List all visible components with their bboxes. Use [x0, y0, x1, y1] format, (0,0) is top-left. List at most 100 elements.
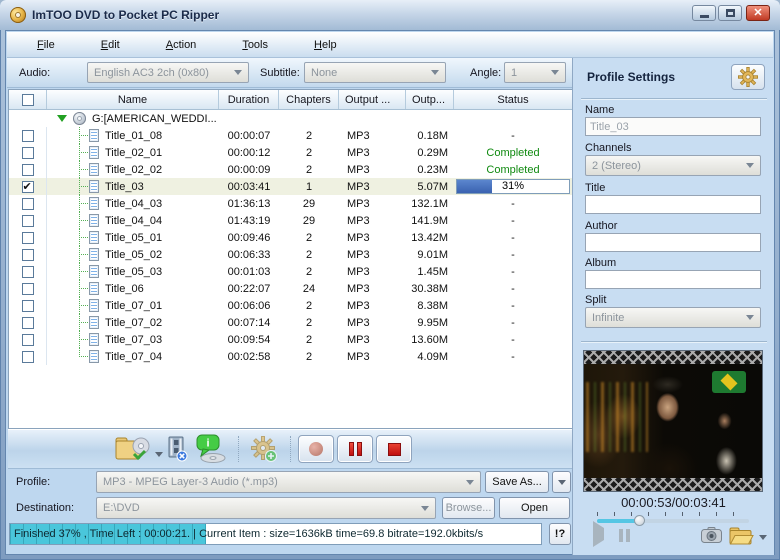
- select-all-checkbox[interactable]: [22, 94, 34, 106]
- disc-info-button[interactable]: i: [194, 434, 228, 464]
- title-output-format: MP3: [339, 232, 406, 244]
- tree-connector: [79, 220, 88, 221]
- expand-icon[interactable]: [57, 115, 67, 122]
- row-checkbox[interactable]: [22, 266, 34, 278]
- title-status: -: [454, 195, 572, 212]
- table-row[interactable]: Title_06 00:22:07 24 MP3 30.38M -: [9, 280, 572, 297]
- stop-rip-button[interactable]: [376, 435, 412, 463]
- seek-slider[interactable]: [597, 519, 749, 523]
- row-checkbox[interactable]: [22, 300, 34, 312]
- title-status: -: [454, 280, 572, 297]
- row-checkbox[interactable]: [22, 351, 34, 363]
- menu-tools[interactable]: Tools: [242, 39, 268, 51]
- row-checkbox[interactable]: [22, 317, 34, 329]
- col-duration: Duration: [219, 90, 279, 109]
- row-checkbox[interactable]: [22, 181, 34, 193]
- title-name: Title_07_04: [105, 351, 162, 363]
- table-row[interactable]: Title_05_01 00:09:46 2 MP3 13.42M -: [9, 229, 572, 246]
- title-status: -: [454, 297, 572, 314]
- title-output-format: MP3: [339, 181, 406, 193]
- close-button[interactable]: ✕: [746, 5, 770, 21]
- stop-icon: [388, 443, 401, 456]
- table-row[interactable]: Title_03 00:03:41 1 MP3 5.07M 31%: [9, 178, 572, 195]
- pause-icon: [349, 442, 354, 456]
- table-row[interactable]: Title_02_01 00:00:12 2 MP3 0.29M Complet…: [9, 144, 572, 161]
- open-output-folder-button[interactable]: [729, 527, 754, 545]
- remove-title-button[interactable]: [166, 436, 188, 462]
- title-output-size: 13.60M: [406, 334, 454, 346]
- col-chapters: Chapters: [279, 90, 339, 109]
- filmstrip-band: [584, 351, 762, 364]
- title-chapters: 29: [279, 215, 339, 227]
- row-checkbox[interactable]: [22, 215, 34, 227]
- flag-sign: [712, 371, 746, 393]
- play-icon: [593, 521, 604, 547]
- save-as-button[interactable]: Save As...: [485, 471, 549, 493]
- row-checkbox[interactable]: [22, 249, 34, 261]
- title-status: -: [454, 348, 572, 365]
- title-file-icon: [89, 129, 99, 142]
- title-output-format: MP3: [339, 249, 406, 261]
- menu-help[interactable]: Help: [314, 39, 337, 51]
- title-name: Title_04_04: [105, 215, 162, 227]
- maximize-button[interactable]: [718, 5, 742, 21]
- window-title: ImTOO DVD to Pocket PC Ripper: [32, 0, 219, 30]
- title-chapters: 2: [279, 334, 339, 346]
- minimize-icon: [700, 15, 709, 18]
- profile-settings-button[interactable]: [731, 64, 765, 90]
- tree-connector: [79, 186, 88, 187]
- title-status: -: [454, 263, 572, 280]
- title-status: Completed: [454, 161, 572, 178]
- title-file-icon: [89, 333, 99, 346]
- open-dvd-dropdown-arrow-icon[interactable]: [155, 452, 163, 457]
- table-row[interactable]: Title_07_03 00:09:54 2 MP3 13.60M -: [9, 331, 572, 348]
- row-checkbox[interactable]: [22, 232, 34, 244]
- menu-edit[interactable]: Edit: [101, 39, 120, 51]
- table-row[interactable]: Title_07_01 00:06:06 2 MP3 8.38M -: [9, 297, 572, 314]
- row-checkbox[interactable]: [22, 198, 34, 210]
- disc-row[interactable]: G:[AMERICAN_WEDDI...: [9, 110, 572, 127]
- pause-rip-button[interactable]: [337, 435, 373, 463]
- row-checkbox[interactable]: [22, 283, 34, 295]
- title-field[interactable]: [585, 195, 761, 214]
- row-checkbox[interactable]: [22, 334, 34, 346]
- minimize-button[interactable]: [692, 5, 716, 21]
- menu-file[interactable]: File: [37, 39, 55, 51]
- title-file-icon: [89, 231, 99, 244]
- title-output-format: MP3: [339, 317, 406, 329]
- profile-more-button[interactable]: [552, 471, 571, 493]
- snapshot-button[interactable]: [701, 527, 722, 543]
- dropdown-arrow-icon: [431, 70, 439, 75]
- destination-combo: E:\DVD: [96, 497, 436, 519]
- row-checkbox[interactable]: [22, 130, 34, 142]
- title-duration: 00:02:58: [219, 351, 279, 363]
- table-row[interactable]: Title_07_02 00:07:14 2 MP3 9.95M -: [9, 314, 572, 331]
- title-chapters: 2: [279, 249, 339, 261]
- title-output-size: 132.1M: [406, 198, 454, 210]
- divider: [581, 98, 767, 100]
- title-file-icon: [89, 316, 99, 329]
- table-row[interactable]: Title_04_03 01:36:13 29 MP3 132.1M -: [9, 195, 572, 212]
- album-field[interactable]: [585, 270, 761, 289]
- row-checkbox[interactable]: [22, 147, 34, 159]
- menu-action[interactable]: Action: [166, 39, 197, 51]
- split-label: Split: [585, 294, 606, 306]
- table-row[interactable]: Title_07_04 00:02:58 2 MP3 4.09M -: [9, 348, 572, 365]
- open-dvd-button[interactable]: [114, 433, 152, 465]
- table-row[interactable]: Title_02_02 00:00:09 2 MP3 0.23M Complet…: [9, 161, 572, 178]
- open-button[interactable]: Open: [499, 497, 570, 519]
- seek-thumb[interactable]: [634, 515, 645, 526]
- table-row[interactable]: Title_05_02 00:06:33 2 MP3 9.01M -: [9, 246, 572, 263]
- preview-play-button: [593, 528, 604, 540]
- table-row[interactable]: Title_05_03 00:01:03 2 MP3 1.45M -: [9, 263, 572, 280]
- row-checkbox[interactable]: [22, 164, 34, 176]
- title-name: Title_02_02: [105, 164, 162, 176]
- tree-connector: [79, 254, 88, 255]
- help-button[interactable]: !?: [549, 523, 571, 545]
- table-row[interactable]: Title_01_08 00:00:07 2 MP3 0.18M -: [9, 127, 572, 144]
- subtitle-combo: None: [304, 62, 446, 83]
- name-field: [585, 117, 761, 136]
- table-row[interactable]: Title_04_04 01:43:19 29 MP3 141.9M -: [9, 212, 572, 229]
- author-field[interactable]: [585, 233, 761, 252]
- folder-dropdown-arrow-icon[interactable]: [759, 535, 767, 540]
